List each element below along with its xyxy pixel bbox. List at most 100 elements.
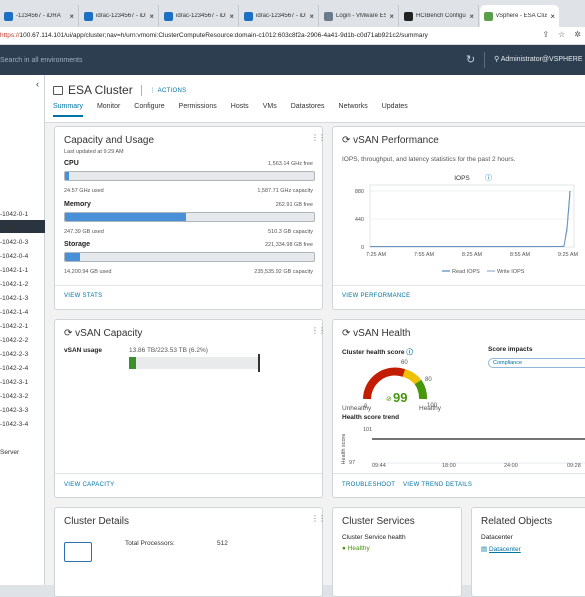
tree-item[interactable]: -1042-1-2: [0, 281, 28, 288]
browser-tab-strip: -1234567 - iDRA × idrac-1234567 - iDR × idra…: [0, 0, 585, 27]
legend-label: Read IOPS: [452, 269, 480, 275]
service-status: ● Healthy: [342, 545, 370, 552]
tab-summary[interactable]: Summary: [53, 103, 83, 117]
browser-tab[interactable]: idrac-1234567 - iDR ×: [160, 5, 239, 27]
impact-compliance-chip[interactable]: Compliance: [488, 358, 585, 368]
tree-item[interactable]: -1042-0-3: [0, 239, 28, 246]
tab-favicon-icon: [244, 11, 253, 21]
cluster-details-card: Cluster Details ⋮⋮ Total Processors: 512: [54, 507, 326, 597]
storage-label: Storage: [64, 241, 91, 248]
tree-item[interactable]: -1042-3-1: [0, 379, 28, 386]
bookmark-star-icon[interactable]: ☆: [558, 30, 565, 39]
card-divider: [55, 285, 322, 286]
health-score-value: 99: [393, 390, 407, 405]
datacenter-link[interactable]: ▤ Datacenter: [481, 545, 521, 553]
close-tab-icon[interactable]: ×: [469, 12, 474, 21]
tab-datastores[interactable]: Datastores: [291, 103, 325, 117]
vsan-capacity-card: ⟳ vSAN Capacity ⋮⋮ vSAN usage 13.86 TB/2…: [54, 319, 326, 498]
close-tab-icon[interactable]: ×: [229, 12, 234, 21]
tree-item[interactable]: -1042-0-1: [0, 211, 28, 218]
browser-tab[interactable]: vSphere - ESA Clust ×: [480, 5, 559, 27]
chart-title: IOPS: [454, 175, 470, 182]
close-tab-icon[interactable]: ×: [149, 12, 154, 21]
close-tab-icon[interactable]: ×: [69, 12, 74, 21]
memory-usage-fill: [65, 213, 186, 221]
share-icon[interactable]: ⇪: [542, 30, 549, 39]
tab-permissions[interactable]: Permissions: [179, 103, 217, 117]
refresh-icon[interactable]: ↻: [466, 53, 475, 66]
browser-tab[interactable]: Login - VMware ES ×: [320, 5, 399, 27]
card-drag-handle-icon[interactable]: ⋮⋮: [311, 133, 326, 142]
tree-item[interactable]: -1042-2-3: [0, 351, 28, 358]
close-tab-icon[interactable]: ×: [389, 12, 394, 21]
close-tab-icon[interactable]: ×: [550, 12, 555, 21]
related-objects-card: Related Objects Datacenter ▤ Datacenter: [471, 507, 585, 597]
tree-item[interactable]: -1042-0-2: [0, 225, 28, 232]
trend-y-axis-label: Health score: [341, 434, 347, 464]
card-drag-handle-icon[interactable]: ⋮⋮: [311, 514, 326, 523]
chart-info-icon[interactable]: ⓘ: [485, 174, 492, 182]
x-tick-label: 7:25 AM: [366, 252, 387, 258]
trend-y-tick-101: 101: [363, 427, 372, 433]
close-tab-icon[interactable]: ×: [309, 12, 314, 21]
tree-item[interactable]: -1042-2-4: [0, 365, 28, 372]
global-search-input[interactable]: Search in all environments: [0, 57, 83, 64]
x-tick-label: 9:25 AM: [558, 252, 579, 258]
gauge-green-arc: [414, 379, 427, 400]
health-gauge: 0 60 80 100 ⊘ 99: [363, 360, 438, 410]
tab-configure[interactable]: Configure: [134, 103, 164, 117]
browser-tab[interactable]: idrac-1234567 - iDR ×: [80, 5, 159, 27]
tree-item[interactable]: -1042-2-2: [0, 337, 28, 344]
tab-networks[interactable]: Networks: [339, 103, 368, 117]
gauge-label-healthy: Healthy: [419, 405, 442, 412]
tree-item[interactable]: Server: [0, 449, 19, 456]
vsan-health-title: vSAN Health: [353, 328, 411, 339]
tab-title: idrac-1234567 - iDR: [256, 13, 307, 19]
tree-item[interactable]: -1042-1-3: [0, 295, 28, 302]
tab-updates[interactable]: Updates: [382, 103, 408, 117]
cpu-usage-bar: [64, 171, 315, 181]
x-tick-label: 7:55 AM: [414, 252, 435, 258]
tab-vms[interactable]: VMs: [263, 103, 277, 117]
tab-hosts[interactable]: Hosts: [231, 103, 249, 117]
collapse-sidebar-icon[interactable]: ‹: [36, 79, 39, 89]
browser-tab[interactable]: -1234567 - iDRA ×: [0, 5, 79, 27]
url-text[interactable]: https://100.67.114.101/ui/app/cluster;na…: [0, 32, 428, 39]
card-drag-handle-icon[interactable]: ⋮⋮: [311, 326, 326, 335]
actions-label: ACTIONS: [157, 87, 187, 94]
tab-favicon-icon: [164, 11, 173, 21]
vsan-usage-label: vSAN usage: [64, 347, 102, 354]
last-updated: Last updated at 9:29 AM: [64, 149, 124, 155]
trend-y-tick-97: 97: [349, 460, 355, 464]
tree-item[interactable]: -1042-3-4: [0, 421, 28, 428]
vsan-health-card: ⟳ vSAN Health Cluster health score ⓘ Sco…: [332, 319, 585, 498]
summary-content: Capacity and Usage ⋮⋮ Last updated at 9:…: [45, 122, 585, 597]
tab-favicon-icon: [404, 11, 413, 21]
actions-menu[interactable]: ⋮ ACTIONS: [150, 87, 187, 94]
view-trend-details-link[interactable]: VIEW TREND DETAILS: [403, 482, 472, 488]
browser-tab[interactable]: HCIBench Configu ×: [400, 5, 479, 27]
tab-favicon-icon: [84, 11, 93, 21]
tree-item[interactable]: -1042-1-1: [0, 267, 28, 274]
view-performance-link[interactable]: VIEW PERFORMANCE: [342, 293, 410, 299]
tree-item[interactable]: -1042-1-4: [0, 309, 28, 316]
user-menu[interactable]: ⚲ Administrator@VSPHERE: [494, 55, 582, 63]
card-title: Cluster Details: [64, 516, 130, 527]
service-health-label: Cluster Service health: [342, 534, 406, 541]
trend-x-tick-time: 09:44: [372, 463, 386, 469]
extensions-icon[interactable]: ✲: [574, 30, 581, 39]
tree-item[interactable]: -1042-3-2: [0, 393, 28, 400]
storage-usage-fill: [65, 253, 80, 261]
tree-item[interactable]: -1042-0-4: [0, 253, 28, 260]
address-bar[interactable]: https://100.67.114.101/ui/app/cluster;na…: [0, 27, 585, 45]
tab-monitor[interactable]: Monitor: [97, 103, 120, 117]
storage-capacity: 235,535.92 GB capacity: [254, 269, 313, 275]
troubleshoot-link[interactable]: TROUBLESHOOT: [342, 482, 395, 488]
iops-chart: IOPS ⓘ 880 440 07:25 AM 7:55 AM 8:25 AM 8:55 AM…: [355, 174, 579, 275]
view-stats-link[interactable]: VIEW STATS: [64, 293, 102, 299]
tree-item[interactable]: -1042-2-1: [0, 323, 28, 330]
browser-tab[interactable]: idrac-1234567 - iDR ×: [240, 5, 319, 27]
view-capacity-link[interactable]: VIEW CAPACITY: [64, 482, 114, 488]
x-tick-label: 8:25 AM: [462, 252, 483, 258]
tree-item[interactable]: -1042-3-3: [0, 407, 28, 414]
